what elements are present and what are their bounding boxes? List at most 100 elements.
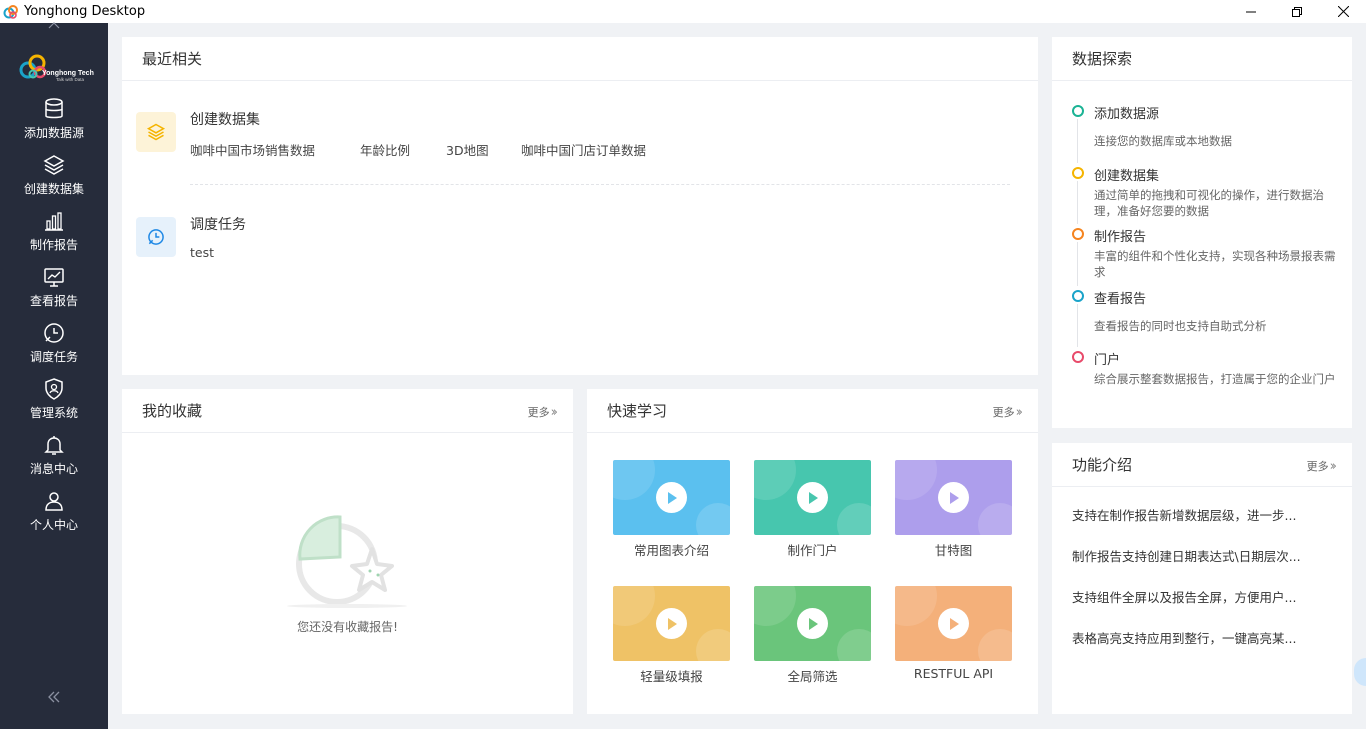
timeline-connector bbox=[1077, 119, 1078, 163]
dataset-link[interactable]: 年龄比例 bbox=[360, 140, 410, 159]
feature-item[interactable]: 表格高亮支持应用到整行，一键高亮某... bbox=[1072, 628, 1332, 647]
sidebar-item-label: 制作报告 bbox=[29, 238, 78, 252]
double-chevron-left-icon bbox=[48, 691, 60, 703]
sidebar: Yonghong Tech Talk with Data 添加数据源 创建数据集… bbox=[0, 21, 108, 729]
favorites-more-link[interactable]: 更多 ›› bbox=[527, 404, 559, 420]
video-thumbnail[interactable] bbox=[613, 586, 730, 661]
database-icon bbox=[45, 98, 63, 119]
video-thumbnail[interactable] bbox=[895, 586, 1012, 661]
step-description: 综合展示整套数据报告，打造属于您的企业门户 bbox=[1094, 372, 1336, 386]
step-name[interactable]: 门户 bbox=[1094, 349, 1120, 368]
more-label: 更多 bbox=[1306, 460, 1329, 473]
chevron-up-icon bbox=[48, 22, 60, 29]
step-name[interactable]: 创建数据集 bbox=[1094, 165, 1159, 184]
quick-learn-card: 快速学习 更多 ›› 常用图表介绍 制作门户 甘特图轻量级填报 全局筛选 RESTFUL … bbox=[587, 389, 1038, 714]
collapse-sidebar-button[interactable] bbox=[44, 691, 64, 707]
step-name[interactable]: 添加数据源 bbox=[1094, 103, 1159, 122]
double-chevron-right-icon: ›› bbox=[550, 404, 559, 420]
video-thumbnail[interactable] bbox=[754, 460, 871, 535]
timeline-connector bbox=[1077, 304, 1078, 347]
sidebar-item-admin[interactable]: 管理系统 bbox=[0, 375, 108, 431]
quick-learn-title: 快速学习 bbox=[607, 402, 668, 420]
bar-chart-icon bbox=[45, 212, 63, 231]
video-label[interactable]: 甘特图 bbox=[895, 540, 1012, 559]
features-title: 功能介绍 bbox=[1072, 456, 1133, 474]
video-thumbnail[interactable] bbox=[895, 460, 1012, 535]
schedule-link[interactable]: test bbox=[190, 245, 214, 260]
video-thumbnail[interactable] bbox=[613, 460, 730, 535]
recent-card: 最近相关 创建数据集 咖啡中国市场销售数据 年龄比例 3D地图 咖啡中国门店订单… bbox=[122, 37, 1038, 375]
sidebar-item-label: 查看报告 bbox=[29, 294, 78, 308]
sidebar-item-make-report[interactable]: 制作报告 bbox=[0, 207, 108, 263]
play-icon bbox=[938, 608, 969, 639]
sidebar-item-label: 添加数据源 bbox=[23, 126, 84, 140]
clock-icon bbox=[44, 323, 64, 343]
sidebar-item-label: 消息中心 bbox=[29, 462, 78, 476]
sidebar-item-view-report[interactable]: 查看报告 bbox=[0, 263, 108, 319]
feature-item[interactable]: 制作报告支持创建日期表达式\日期层次... bbox=[1072, 546, 1332, 565]
play-icon bbox=[797, 608, 828, 639]
empty-state-illustration-icon bbox=[287, 515, 407, 608]
play-icon bbox=[656, 608, 687, 639]
svg-text:Yonghong Tech: Yonghong Tech bbox=[42, 70, 94, 77]
quick-learn-more-link[interactable]: 更多 ›› bbox=[992, 404, 1024, 420]
features-card: 功能介绍 更多 ›› 支持在制作报告新增数据层级，进一步... 制作报告支持创建日期… bbox=[1052, 443, 1352, 714]
video-label[interactable]: 全局筛选 bbox=[754, 666, 871, 685]
video-label[interactable]: 轻量级填报 bbox=[613, 666, 730, 685]
more-label: 更多 bbox=[527, 406, 550, 419]
double-chevron-right-icon: ›› bbox=[1015, 404, 1024, 420]
restore-button[interactable] bbox=[1274, 0, 1320, 23]
step-dot-icon bbox=[1072, 290, 1084, 302]
play-icon bbox=[797, 482, 828, 513]
step-dot-icon bbox=[1072, 167, 1084, 179]
floating-expand-tab[interactable] bbox=[1354, 658, 1366, 686]
clock-icon bbox=[148, 229, 164, 245]
features-header: 功能介绍 更多 ›› bbox=[1052, 443, 1352, 487]
recent-title: 最近相关 bbox=[142, 50, 203, 68]
scroll-up-button[interactable] bbox=[44, 21, 64, 33]
play-icon bbox=[938, 482, 969, 513]
video-label[interactable]: RESTFUL API bbox=[895, 666, 1012, 681]
app-logo-icon bbox=[3, 4, 18, 19]
step-description: 查看报告的同时也支持自助式分析 bbox=[1094, 319, 1267, 333]
sidebar-item-label: 调度任务 bbox=[29, 350, 78, 364]
video-label[interactable]: 常用图表介绍 bbox=[613, 540, 730, 559]
minimize-button[interactable] bbox=[1228, 0, 1274, 23]
play-icon bbox=[656, 482, 687, 513]
sidebar-item-label: 管理系统 bbox=[29, 406, 78, 420]
double-chevron-right-icon: ›› bbox=[1329, 458, 1338, 474]
explore-title: 数据探索 bbox=[1072, 50, 1133, 68]
sidebar-item-create-dataset[interactable]: 创建数据集 bbox=[0, 151, 108, 207]
user-icon bbox=[45, 492, 63, 511]
step-description: 连接您的数据库或本地数据 bbox=[1094, 134, 1232, 148]
svg-text:Talk with Data: Talk with Data bbox=[56, 77, 85, 82]
step-name[interactable]: 查看报告 bbox=[1094, 288, 1146, 307]
favorites-empty-text: 您还没有收藏报告! bbox=[297, 620, 398, 634]
dataset-section-title: 创建数据集 bbox=[190, 112, 260, 128]
feature-item[interactable]: 支持在制作报告新增数据层级，进一步... bbox=[1072, 505, 1332, 524]
recent-header: 最近相关 bbox=[122, 37, 1038, 81]
video-label[interactable]: 制作门户 bbox=[754, 540, 871, 559]
step-dot-icon bbox=[1072, 228, 1084, 240]
sidebar-item-schedule[interactable]: 调度任务 bbox=[0, 319, 108, 375]
dataset-link[interactable]: 咖啡中国门店订单数据 bbox=[521, 140, 646, 159]
step-name[interactable]: 制作报告 bbox=[1094, 226, 1146, 245]
features-more-link[interactable]: 更多 ›› bbox=[1306, 458, 1338, 474]
dataset-link[interactable]: 咖啡中国市场销售数据 bbox=[190, 140, 315, 159]
sidebar-item-label: 创建数据集 bbox=[23, 182, 84, 196]
step-description: 丰富的组件和个性化支持，实现各种场景报表需求 bbox=[1094, 249, 1336, 279]
brand-logo: Yonghong Tech Talk with Data bbox=[18, 48, 98, 84]
sidebar-item-profile[interactable]: 个人中心 bbox=[0, 487, 108, 543]
more-label: 更多 bbox=[992, 406, 1015, 419]
dataset-link[interactable]: 3D地图 bbox=[446, 140, 489, 159]
sidebar-item-add-datasource[interactable]: 添加数据源 bbox=[0, 95, 108, 151]
layers-icon bbox=[146, 123, 166, 141]
feature-item[interactable]: 支持组件全屏以及报告全屏，方便用户... bbox=[1072, 587, 1332, 606]
favorites-header: 我的收藏 更多 ›› bbox=[122, 389, 573, 433]
video-thumbnail[interactable] bbox=[754, 586, 871, 661]
explore-card: 数据探索 添加数据源 连接您的数据库或本地数据 创建数据集 通过简单的拖拽和可视化的操… bbox=[1052, 37, 1352, 428]
step-dot-icon bbox=[1072, 105, 1084, 117]
sidebar-item-messages[interactable]: 消息中心 bbox=[0, 431, 108, 487]
restore-icon bbox=[1292, 6, 1302, 17]
close-button[interactable] bbox=[1320, 0, 1366, 23]
